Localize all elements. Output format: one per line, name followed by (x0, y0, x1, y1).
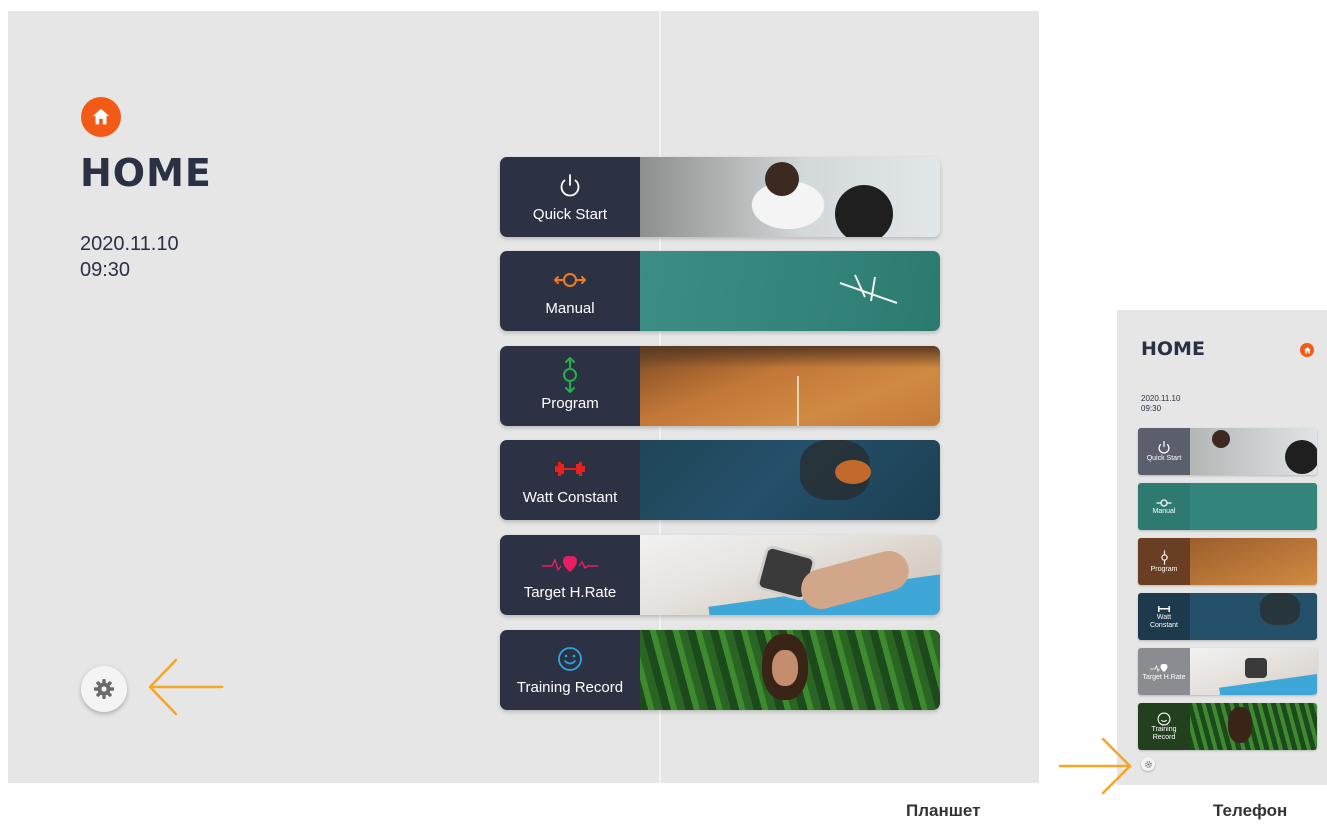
watt-constant-photo (1190, 593, 1317, 640)
target-hrate-photo (1190, 648, 1317, 695)
phone-menu-card-program[interactable]: Program (1138, 538, 1317, 585)
menu-card-quick-start[interactable]: Quick Start (500, 157, 940, 237)
menu-card-manual[interactable]: Manual (500, 251, 940, 331)
home-icon[interactable] (1300, 343, 1314, 357)
menu-label: Target H.Rate (1142, 673, 1186, 681)
page-title: HOME (80, 151, 212, 195)
program-icon (1160, 550, 1168, 565)
heart-rate-icon (542, 555, 598, 572)
settings-button[interactable] (81, 666, 127, 712)
phone-menu-card-manual[interactable]: Manual (1138, 483, 1317, 530)
smiley-icon (1157, 712, 1171, 725)
home-icon[interactable] (81, 97, 121, 137)
menu-card-target-hrate[interactable]: Target H.Rate (500, 535, 940, 615)
quick-start-photo (640, 157, 940, 237)
smiley-icon (558, 646, 582, 671)
menu-label: Target H.Rate (523, 583, 617, 601)
menu-label: Program (541, 394, 599, 412)
date-text: 2020.11.10 (80, 233, 179, 255)
phone-page-title: HOME (1141, 338, 1205, 360)
program-photo (1190, 538, 1317, 585)
caption-phone: Телефон (1213, 801, 1288, 820)
menu-card-program[interactable]: Program (500, 346, 940, 426)
phone-menu-card-target-hrate[interactable]: Target H.Rate (1138, 648, 1317, 695)
manual-photo (1190, 483, 1317, 530)
tablet-screen: HOME 2020.11.10 09:30 Quick Start Manual… (8, 11, 1039, 783)
phone-menu-card-watt-constant[interactable]: Watt Constant (1138, 593, 1317, 640)
menu-label: Quick Start (1146, 455, 1182, 462)
menu-label: Training Record (1151, 725, 1177, 741)
program-icon (563, 356, 577, 393)
power-icon (560, 173, 580, 196)
quick-start-photo (1190, 428, 1317, 475)
menu-card-training-record[interactable]: Training Record (500, 630, 940, 710)
menu-card-watt-constant[interactable]: Watt Constant (500, 440, 940, 520)
menu-label: Training Record (516, 678, 624, 696)
menu-label: Quick Start (532, 205, 608, 223)
date-text: 2020.11.10 (1141, 394, 1181, 403)
gear-icon (1144, 760, 1152, 768)
manual-resistance-icon (1156, 498, 1172, 507)
annotation-arrow-tablet (148, 658, 224, 716)
training-record-photo (640, 630, 940, 710)
menu-label: Watt Constant (1149, 613, 1179, 629)
phone-settings-button[interactable] (1141, 757, 1155, 771)
program-photo (640, 346, 940, 426)
menu-label: Manual (545, 299, 595, 317)
manual-resistance-icon (554, 272, 586, 287)
watt-constant-photo (640, 440, 940, 520)
phone-menu-card-training-record[interactable]: Training Record (1138, 703, 1317, 750)
gear-icon (94, 679, 114, 699)
power-icon (1158, 441, 1170, 454)
phone-menu-card-quick-start[interactable]: Quick Start (1138, 428, 1317, 475)
menu-label: Manual (1152, 507, 1176, 515)
menu-label: Watt Constant (522, 488, 618, 506)
heart-rate-icon (1150, 663, 1168, 672)
manual-photo (640, 251, 940, 331)
annotation-arrow-phone (1058, 737, 1132, 795)
time-text: 09:30 (80, 259, 131, 281)
training-record-photo (1190, 703, 1317, 750)
time-text: 09:30 (1141, 404, 1162, 413)
caption-tablet: Планшет (906, 801, 981, 820)
dumbbell-icon (1158, 605, 1170, 612)
menu-label: Program (1150, 566, 1178, 573)
target-hrate-photo (640, 535, 940, 615)
phone-datetime: 2020.11.10 09:30 (1141, 394, 1180, 414)
datetime: 2020.11.10 09:30 (80, 231, 179, 283)
dumbbell-icon (555, 461, 585, 476)
phone-screen: HOME 2020.11.10 09:30 Quick Start Manual (1117, 310, 1327, 785)
